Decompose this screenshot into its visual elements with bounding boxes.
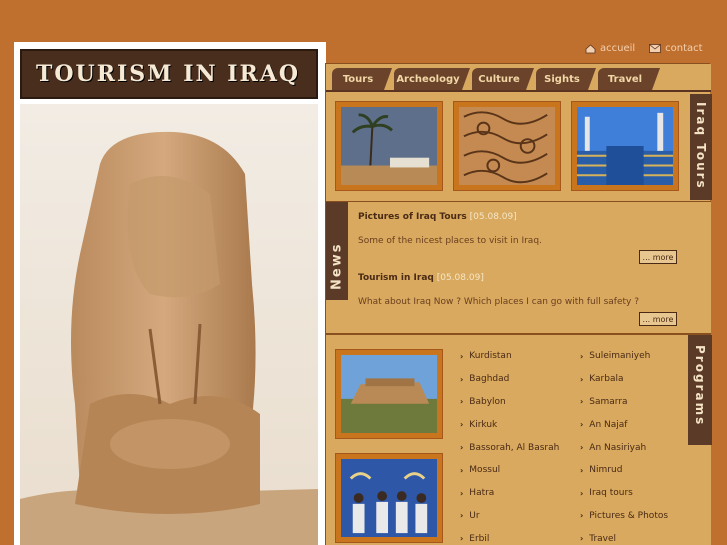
news-title[interactable]: Tourism in Iraq — [358, 273, 434, 283]
envelope-icon — [649, 44, 662, 53]
chevron-right-icon: › — [580, 534, 584, 544]
news-date: [05.08.09] — [436, 273, 484, 283]
chevron-right-icon: › — [580, 488, 584, 498]
program-link-baghdad[interactable]: › Baghdad — [460, 368, 559, 391]
program-link-samarra[interactable]: › Samarra — [580, 391, 668, 414]
programs-label: Programs — [688, 335, 712, 445]
chevron-right-icon: › — [460, 511, 464, 521]
chevron-right-icon: › — [580, 511, 584, 521]
chevron-right-icon: › — [460, 488, 464, 498]
chevron-right-icon: › — [580, 420, 584, 430]
chevron-right-icon: › — [580, 397, 584, 407]
tour-photo-ornament[interactable] — [453, 101, 561, 191]
contact-label: contact — [665, 43, 703, 54]
program-link-kirkuk[interactable]: › Kirkuk — [460, 413, 559, 436]
news-section: News Pictures of Iraq Tours [05.08.09] S… — [326, 201, 711, 333]
programs-list-col1: › Kurdistan › Baghdad › Babylon › Kirkuk › Ba… — [460, 345, 559, 545]
tab-tours[interactable]: Tours — [332, 68, 392, 90]
program-link-travel[interactable]: › Travel — [580, 527, 668, 545]
chevron-right-icon: › — [460, 420, 464, 430]
chevron-right-icon: › — [580, 351, 584, 361]
chevron-right-icon: › — [460, 397, 464, 407]
news-desc: What about Iraq Now ? Which places I can… — [358, 297, 639, 307]
news-title[interactable]: Pictures of Iraq Tours — [358, 212, 467, 222]
program-link-erbil[interactable]: › Erbil — [460, 527, 559, 545]
program-photo-citadel[interactable] — [335, 349, 443, 439]
site-logo[interactable]: TOURISM IN IRAQ — [20, 49, 318, 99]
logo-text: TOURISM IN IRAQ — [36, 61, 301, 87]
program-link-babylon[interactable]: › Babylon — [460, 391, 559, 414]
tour-photo-palms[interactable] — [335, 101, 443, 191]
tab-travel[interactable]: Travel — [598, 68, 660, 90]
accueil-label: accueil — [600, 43, 636, 54]
tour-photos — [326, 94, 690, 200]
main-nav: Tours Archeology Culture Sights Travel — [326, 64, 711, 92]
program-link-pictures-photos[interactable]: › Pictures & Photos — [580, 505, 668, 528]
chevron-right-icon: › — [460, 374, 464, 384]
news-more-button[interactable]: ... more — [639, 312, 677, 326]
program-link-an-nasiriyah[interactable]: › An Nasiriyah — [580, 436, 668, 459]
news-item: Pictures of Iraq Tours [05.08.09] Some o… — [358, 212, 542, 246]
chevron-right-icon: › — [460, 465, 464, 475]
program-link-kurdistan[interactable]: › Kurdistan — [460, 345, 559, 368]
home-icon — [585, 43, 596, 53]
program-link-hatra[interactable]: › Hatra — [460, 482, 559, 505]
program-link-ur[interactable]: › Ur — [460, 505, 559, 528]
tab-culture[interactable]: Culture — [472, 68, 534, 90]
news-date: [05.08.09] — [469, 212, 517, 222]
news-label: News — [326, 202, 348, 300]
iraq-tours-label: Iraq Tours — [690, 94, 712, 200]
news-more-button[interactable]: ... more — [639, 250, 677, 264]
hero-statue-image — [20, 104, 318, 545]
news-desc: Some of the nicest places to visit in Ir… — [358, 236, 542, 246]
tab-archeology[interactable]: Archeology — [394, 68, 470, 90]
program-link-suleimaniyeh[interactable]: › Suleimaniyeh — [580, 345, 668, 368]
tour-photo-mosque[interactable] — [571, 101, 679, 191]
right-panel: Tours Archeology Culture Sights Travel I… — [325, 63, 712, 545]
top-links: accueil contact — [585, 43, 703, 54]
program-link-iraq-tours[interactable]: › Iraq tours — [580, 482, 668, 505]
program-link-karbala[interactable]: › Karbala — [580, 368, 668, 391]
news-item: Tourism in Iraq [05.08.09] What about Ir… — [358, 273, 639, 307]
tab-sights[interactable]: Sights — [536, 68, 596, 90]
chevron-right-icon: › — [580, 374, 584, 384]
program-link-mossul[interactable]: › Mossul — [460, 459, 559, 482]
chevron-right-icon: › — [460, 443, 464, 453]
chevron-right-icon: › — [460, 534, 464, 544]
chevron-right-icon: › — [580, 465, 584, 475]
programs-list-col2: › Suleimaniyeh › Karbala › Samarra › An Naja… — [580, 345, 668, 545]
left-panel: TOURISM IN IRAQ — [14, 42, 326, 545]
program-link-nimrud[interactable]: › Nimrud — [580, 459, 668, 482]
programs-section: Programs › Kurdistan › Baghdad › Babylon › K… — [326, 333, 712, 545]
contact-link[interactable]: contact — [649, 43, 703, 54]
chevron-right-icon: › — [580, 443, 584, 453]
chevron-right-icon: › — [460, 351, 464, 361]
program-photo-people[interactable] — [335, 453, 443, 543]
program-link-an-najaf[interactable]: › An Najaf — [580, 413, 668, 436]
accueil-link[interactable]: accueil — [585, 43, 635, 54]
program-link-bassorah[interactable]: › Bassorah, Al Basrah — [460, 436, 559, 459]
